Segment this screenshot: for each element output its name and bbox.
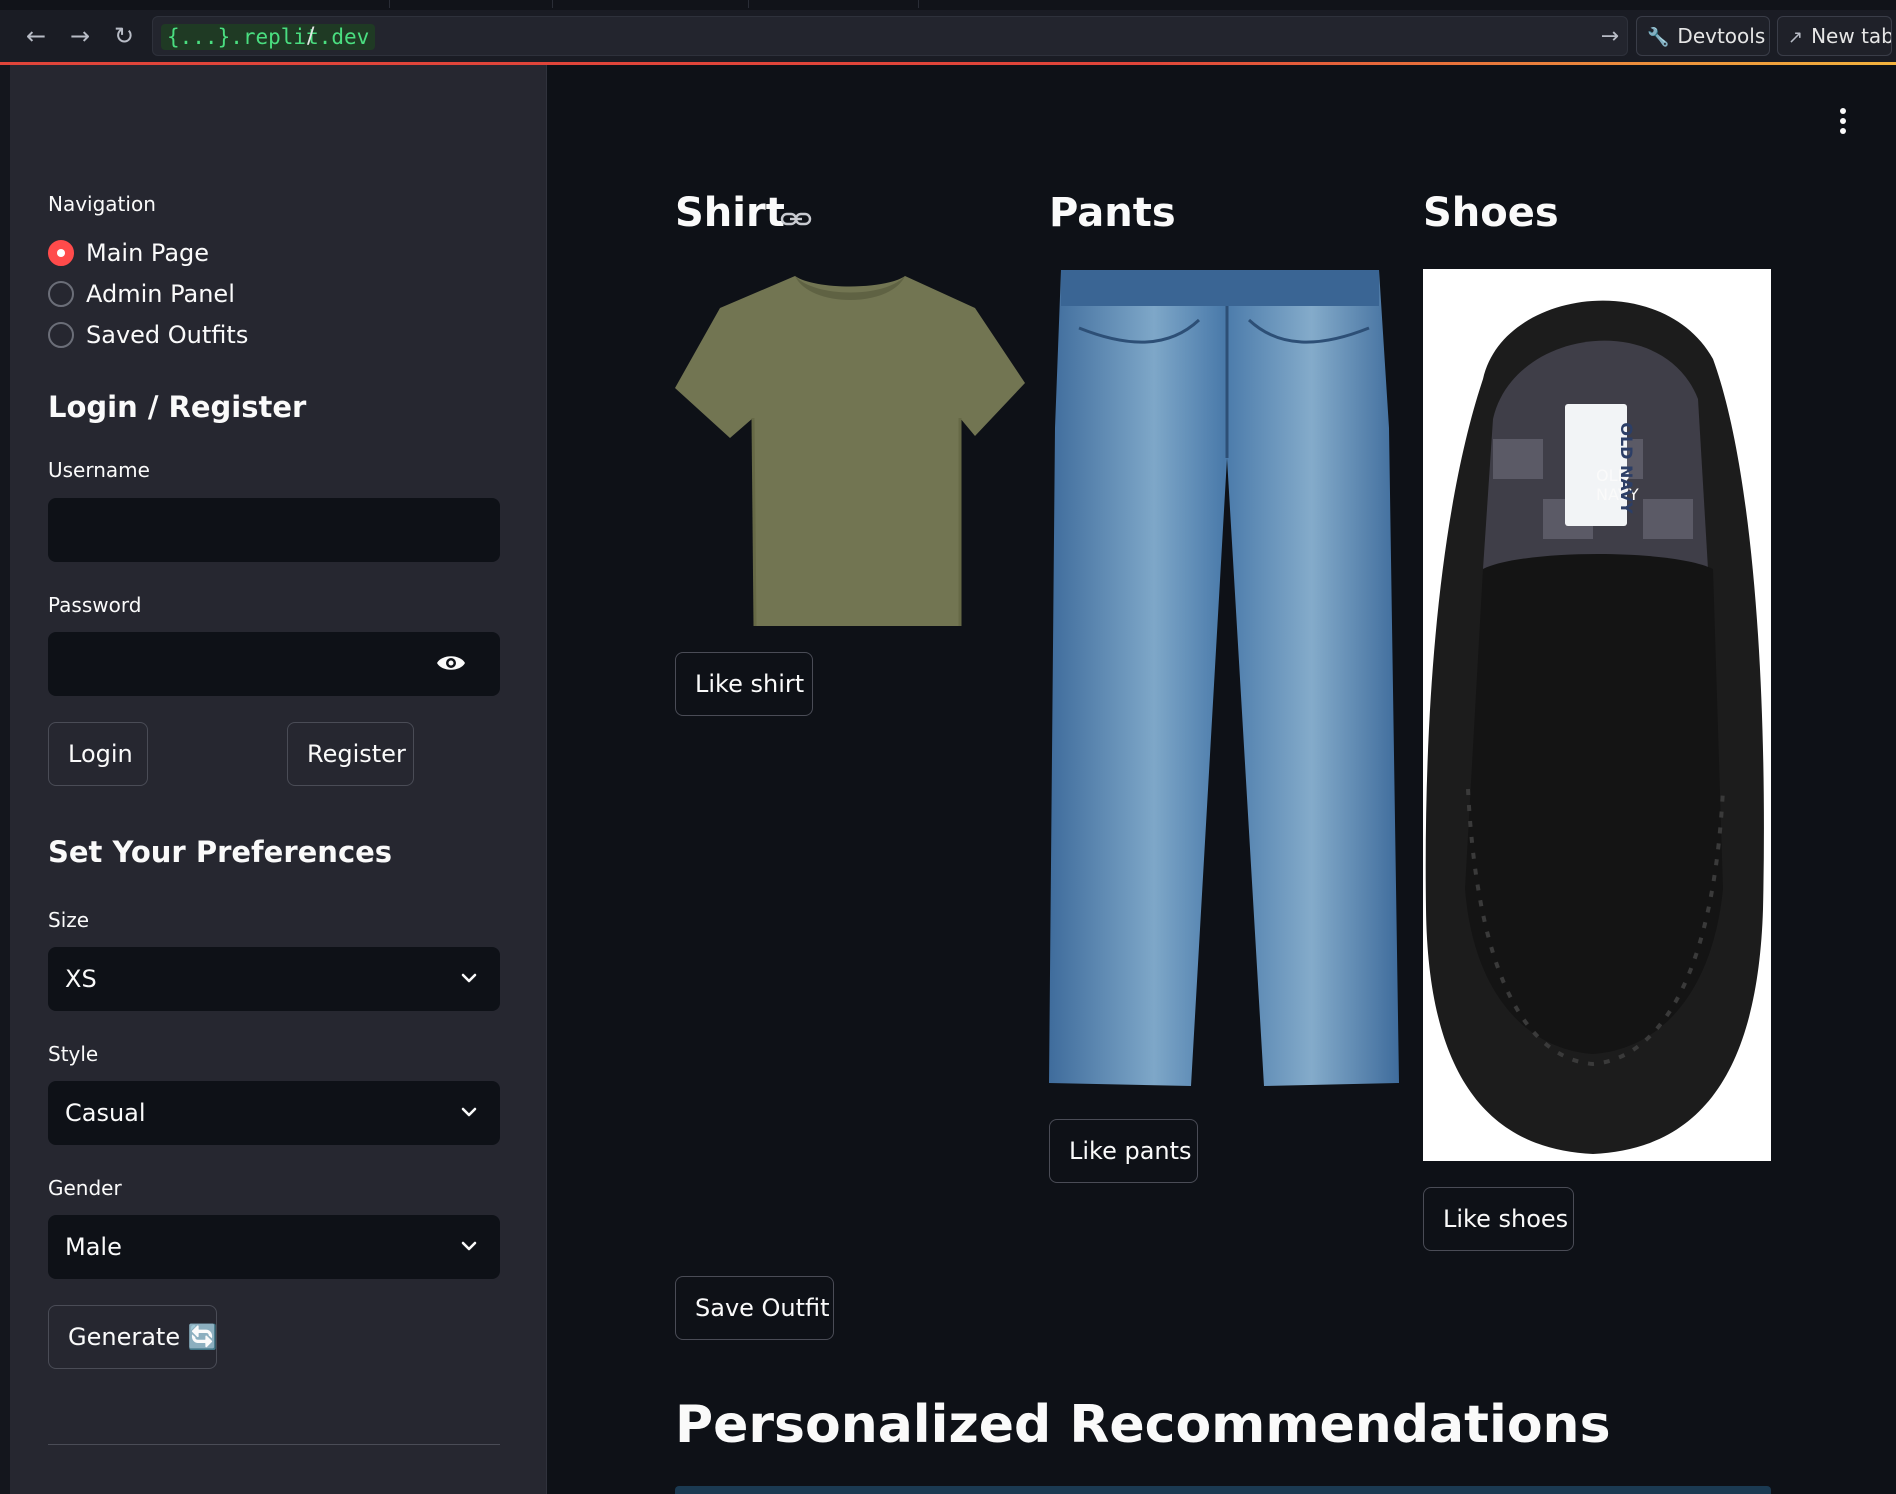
browser-tab[interactable] (390, 0, 553, 8)
gender-select[interactable]: Male (48, 1215, 500, 1279)
generate-button[interactable]: Generate 🔄 (48, 1305, 218, 1369)
login-register-heading: Login / Register (48, 390, 307, 424)
shoes-heading: Shoes (1423, 190, 1559, 236)
browser-toolbar: ← → ↻ {...}.replit.dev / → 🔧 Devtools ↗ Ne… (0, 10, 1896, 62)
devtools-label: Devtools (1677, 24, 1766, 48)
username-label: Username (48, 458, 150, 482)
reload-icon[interactable]: ↻ (110, 22, 138, 50)
sidebar: Navigation Main Page Admin Panel Saved O… (10, 65, 547, 1494)
go-arrow-icon[interactable]: → (1601, 23, 1619, 51)
shirt-heading: Shirt (675, 190, 785, 236)
nav-radio-label: Main Page (86, 239, 210, 267)
nav-radio-label: Saved Outfits (86, 321, 249, 349)
gender-label: Gender (48, 1176, 122, 1200)
sidebar-divider (48, 1444, 500, 1445)
shirt-image (675, 276, 1025, 627)
browser-tab-strip (0, 0, 1896, 10)
navigation-label: Navigation (48, 192, 156, 216)
preferences-heading: Set Your Preferences (48, 835, 393, 869)
password-label: Password (48, 593, 142, 617)
browser-tab[interactable] (749, 0, 919, 8)
like-pants-button[interactable]: Like pants (1049, 1119, 1198, 1183)
url-host: {...}.replit.dev (161, 24, 376, 50)
browser-tab[interactable] (0, 0, 390, 8)
forward-arrow-icon[interactable]: → (66, 22, 94, 50)
like-shoes-button[interactable]: Like shoes (1423, 1187, 1574, 1251)
left-edge (0, 65, 10, 1494)
size-value: XS (65, 965, 97, 993)
save-outfit-button[interactable]: Save Outfit (675, 1276, 834, 1340)
new-tab-button[interactable]: ↗ New tab (1777, 16, 1892, 56)
shoe-brand-label: OLD NAVY (1617, 422, 1636, 514)
shoes-image (1423, 269, 1771, 1161)
style-value: Casual (65, 1099, 146, 1127)
chevron-down-icon (461, 973, 477, 983)
radio-unselected-icon (48, 322, 74, 348)
recommendations-heading: Personalized Recommendations (675, 1395, 1611, 1455)
anchor-link-icon[interactable] (780, 208, 812, 230)
nav-radio-saved-outfits[interactable]: Saved Outfits (48, 319, 248, 351)
recommendations-panel-top (675, 1486, 1771, 1494)
chevron-down-icon (461, 1241, 477, 1251)
nav-radio-main-page[interactable]: Main Page (48, 237, 209, 269)
password-input[interactable] (48, 632, 500, 696)
address-bar[interactable]: {...}.replit.dev / → (152, 16, 1628, 56)
radio-unselected-icon (48, 281, 74, 307)
more-options-kebab-icon[interactable] (1840, 108, 1848, 134)
radio-selected-icon (48, 240, 74, 266)
url-path: / (307, 24, 315, 49)
style-select[interactable]: Casual (48, 1081, 500, 1145)
pants-heading: Pants (1049, 190, 1176, 236)
login-button[interactable]: Login (48, 722, 148, 786)
show-password-eye-icon[interactable] (436, 652, 466, 674)
style-label: Style (48, 1042, 99, 1066)
nav-radio-admin-panel[interactable]: Admin Panel (48, 278, 235, 310)
chevron-down-icon (461, 1107, 477, 1117)
register-button[interactable]: Register (287, 722, 414, 786)
pants-image (1049, 270, 1399, 1086)
size-label: Size (48, 908, 90, 932)
nav-radio-label: Admin Panel (86, 280, 235, 308)
browser-tab[interactable] (553, 0, 749, 8)
username-input[interactable] (48, 498, 500, 562)
devtools-button[interactable]: 🔧 Devtools (1636, 16, 1770, 56)
gender-value: Male (65, 1233, 122, 1261)
external-link-icon: ↗ (1788, 27, 1804, 48)
back-arrow-icon[interactable]: ← (22, 22, 50, 50)
new-tab-label: New tab (1811, 24, 1892, 48)
like-shirt-button[interactable]: Like shirt (675, 652, 813, 716)
wrench-icon: 🔧 (1647, 27, 1670, 48)
size-select[interactable]: XS (48, 947, 500, 1011)
